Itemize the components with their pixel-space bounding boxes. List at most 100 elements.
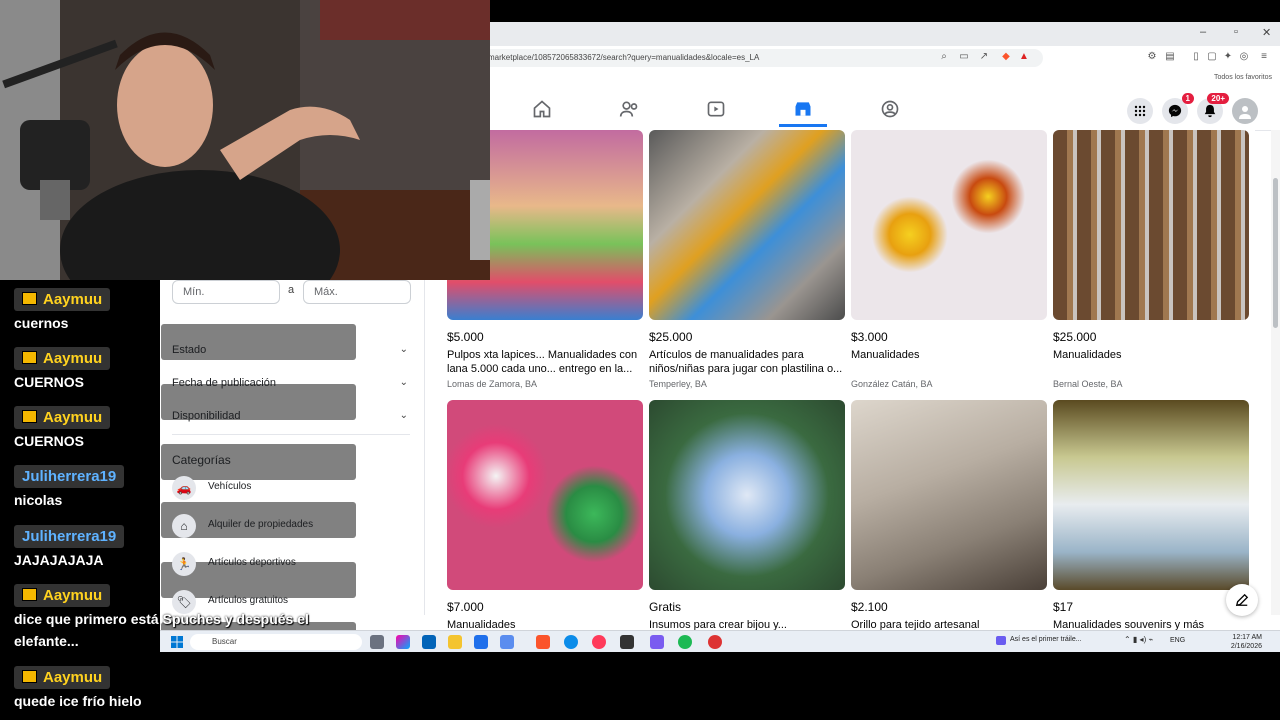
copilot-icon[interactable] [396,635,410,649]
messenger-badge: 1 [1181,93,1194,104]
streamer-webcam-image [0,0,490,280]
system-tray-icons[interactable]: ⌃ ▮ ◂) ⌁ [1124,635,1153,644]
scrollbar-thumb[interactable] [1273,178,1278,328]
listings-grid: $5.000 Pulpos xta lapices... Manualidade… [445,130,1255,631]
maximize-button[interactable]: ▫ [1234,26,1238,38]
video-icon[interactable] [692,94,740,124]
listing-photo [1053,400,1249,590]
sidebar-toggle-icon[interactable]: ▯ [1190,51,1202,63]
edge-icon[interactable] [564,635,578,649]
favorites-folder[interactable]: Todos los favoritos [1214,74,1272,81]
crown-icon [22,588,37,601]
chat-text: JAJAJAJAJA [14,552,104,568]
outlook-icon[interactable] [422,635,436,649]
chat-message: Juliherrera19 nicolas [14,465,125,508]
file-explorer-icon[interactable] [448,635,462,649]
home-icon[interactable] [518,94,566,124]
brave-shield-icon[interactable]: ◆ [1000,51,1012,63]
crown-icon [22,351,37,364]
chat-username: Aaymuu [14,584,111,607]
listing-card[interactable]: $25.000 Artículos de manualidades para n… [649,130,845,389]
listing-card[interactable]: $17 Manualidades souvenirs y más [1053,400,1249,646]
profile-avatar[interactable] [1232,98,1258,124]
listing-photo [851,130,1047,320]
store-icon[interactable] [474,635,488,649]
listing-location: Bernal Oeste, BA [1053,379,1123,389]
listing-location: Temperley, BA [649,379,707,389]
crown-icon [22,410,37,423]
apps-menu-icon[interactable] [1127,98,1153,124]
obs-icon[interactable] [620,635,634,649]
chat-text: CUERNOS [14,374,85,390]
zoom-icon[interactable]: ⌕ [938,51,950,63]
crown-icon [22,670,37,683]
extension-icon[interactable]: ⚙ [1146,51,1158,63]
extensions-icon[interactable]: ✦ [1222,51,1234,63]
tabs-icon[interactable]: ▢ [1206,51,1218,63]
listing-card[interactable]: $25.000 Manualidades Bernal Oeste, BA [1053,130,1249,389]
app-icon[interactable] [592,635,606,649]
marketplace-icon[interactable] [779,94,827,127]
clock-date: 2/16/2026 [1230,643,1262,650]
listing-price: $25.000 [649,330,693,344]
rewards-icon[interactable]: ▲ [1018,51,1030,63]
listing-price: Gratis [649,600,682,614]
discord-icon[interactable] [650,635,664,649]
task-view-icon[interactable] [370,635,384,649]
shield-icon[interactable]: ◎ [1238,51,1250,63]
listing-title: Artículos de manualidades para niños/niñ… [649,349,843,375]
menu-icon[interactable]: ≡ [1258,51,1270,63]
listing-photo [649,130,845,320]
listing-photo [649,400,845,590]
listing-title: Pulpos xta lapices... Manualidades con l… [447,349,638,375]
listing-title: Manualidades [1053,349,1122,361]
listing-card[interactable]: $7.000 Manualidades [447,400,643,646]
chat-text: cuernos [14,315,69,331]
listing-price: $25.000 [1053,330,1097,344]
chat-text: elefante... [14,633,79,649]
taskbar-news[interactable]: Así es el primer tráile... [1010,636,1082,643]
clock-time: 12:17 AM [1232,634,1262,641]
notifications-icon[interactable]: 20+ [1197,93,1229,124]
page-scrollbar[interactable] [1271,130,1280,615]
listing-card[interactable]: $2.100 Orillo para tejido artesanal [851,400,1047,646]
chat-message: Aaymuu quede ice frío hielo [14,666,142,709]
language-indicator[interactable]: ENG [1170,637,1185,644]
chat-message: Aaymuu CUERNOS [14,347,111,390]
reader-icon[interactable]: ▭ [958,51,970,63]
share-icon[interactable]: ↗ [978,51,990,63]
chat-username: Aaymuu [14,347,111,370]
app-icon[interactable] [708,635,722,649]
chat-text: quede ice frío hielo [14,693,142,709]
brave-icon[interactable] [536,635,550,649]
taskbar-clock[interactable]: 12:17 AM 2/16/2026 [1212,633,1262,651]
close-button[interactable]: ✕ [1262,26,1271,39]
stream-chat-overlay: Aaymuu cuernos Aaymuu CUERNOS Aaymuu CUE… [0,280,360,720]
listing-title: Manualidades [851,349,920,361]
listing-photo [1053,130,1249,320]
chat-message: Aaymuu dice que primero está Spuches y d… [14,584,309,649]
spotify-icon[interactable] [678,635,692,649]
listing-photo [447,400,643,590]
chevron-down-icon: ⌄ [399,410,408,421]
chat-text: dice que primero está Spuches y después … [14,611,309,627]
chat-text: nicolas [14,492,63,508]
listing-card[interactable]: Gratis Insumos para crear bijou y... [649,400,845,646]
messenger-icon[interactable]: 1 [1162,93,1194,124]
listing-location: Lomas de Zamora, BA [447,379,538,389]
notifications-badge: 20+ [1207,93,1229,104]
groups-icon[interactable] [866,94,914,124]
chat-message: Aaymuu CUERNOS [14,406,111,449]
listing-price: $3.000 [851,330,888,344]
chat-username: Aaymuu [14,406,111,429]
listing-price: $5.000 [447,330,484,344]
friends-icon[interactable] [605,94,653,124]
chat-username: Juliherrera19 [14,525,125,548]
chat-username: Aaymuu [14,666,111,689]
compose-message-button[interactable] [1226,584,1258,616]
listing-card[interactable]: $3.000 Manualidades González Catán, BA [851,130,1047,389]
photos-icon[interactable] [500,635,514,649]
chevron-down-icon: ⌄ [399,344,408,355]
minimize-button[interactable]: – [1200,26,1206,38]
wallet-icon[interactable]: ▤ [1164,51,1176,63]
